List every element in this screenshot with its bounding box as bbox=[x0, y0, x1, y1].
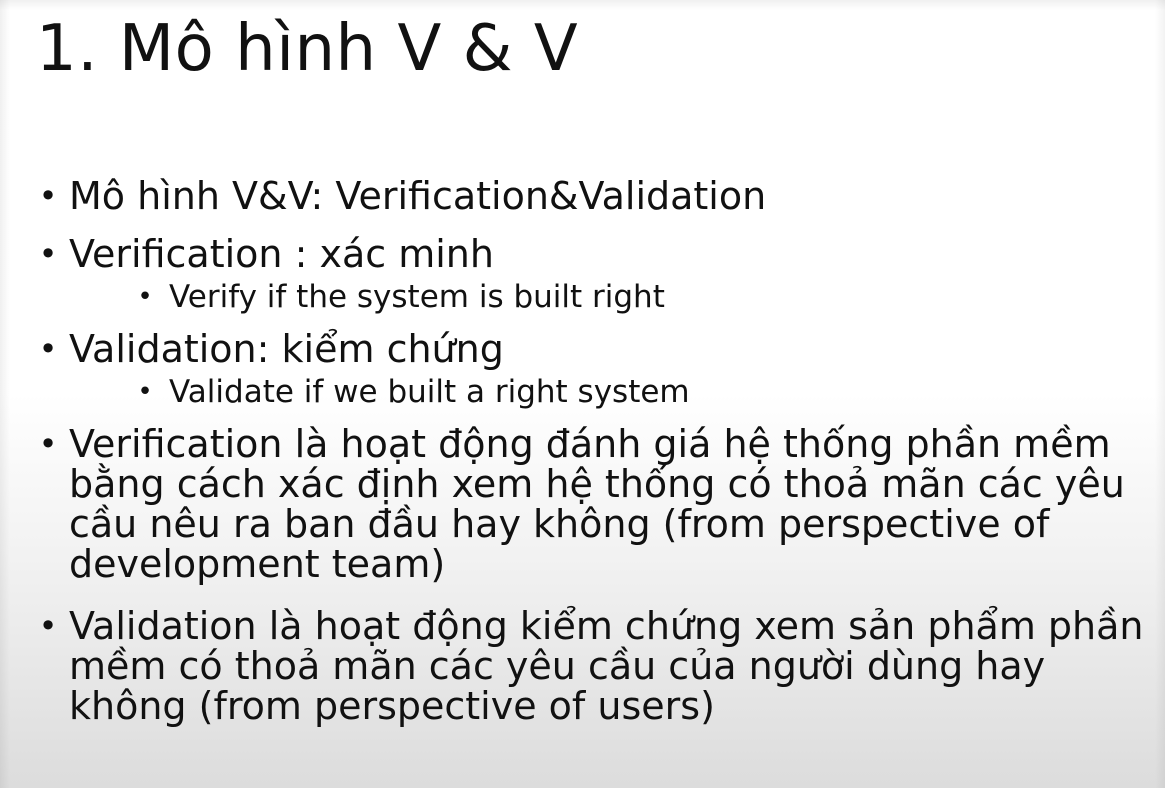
bullet-icon: • bbox=[38, 235, 58, 273]
bullet-icon: • bbox=[38, 425, 58, 463]
bullet-text: Validation: kiểm chứng bbox=[69, 327, 504, 371]
bullet-icon: • bbox=[38, 607, 58, 645]
bullet-item-vv-model: • Mô hình V&V: Verification&Validation bbox=[36, 176, 1156, 217]
bullet-text: Mô hình V&V: Verification&Validation bbox=[69, 174, 767, 218]
bullet-text: Verification : xác minh bbox=[69, 232, 494, 276]
sub-bullet-text: Verify if the system is built right bbox=[169, 279, 665, 315]
sub-bullet-item: • Verify if the system is built right bbox=[69, 279, 1156, 315]
sub-bullet-list: • Validate if we built a right system bbox=[69, 374, 1156, 410]
sub-bullet-item: • Validate if we built a right system bbox=[69, 374, 1156, 410]
slide-title: 1. Mô hình V & V bbox=[36, 12, 579, 86]
bullet-text: Validation là hoạt động kiểm chứng xem s… bbox=[69, 604, 1144, 728]
slide: 1. Mô hình V & V • Mô hình V&V: Verifica… bbox=[0, 0, 1165, 788]
bullet-item-verification: • Verification : xác minh • Verify if th… bbox=[36, 232, 1156, 316]
bullet-item-validation: • Validation: kiểm chứng • Validate if w… bbox=[36, 327, 1156, 411]
sub-bullet-text: Validate if we built a right system bbox=[169, 374, 690, 410]
slide-content: • Mô hình V&V: Verification&Validation •… bbox=[36, 176, 1156, 727]
bullet-item-validation-definition: • Validation là hoạt động kiểm chứng xem… bbox=[36, 606, 1156, 726]
bullet-item-verification-definition: • Verification là hoạt động đánh giá hệ … bbox=[36, 424, 1156, 584]
bullet-icon: • bbox=[38, 177, 58, 215]
bullet-list: • Mô hình V&V: Verification&Validation •… bbox=[36, 176, 1156, 727]
bullet-icon: • bbox=[38, 330, 58, 368]
sub-bullet-icon: • bbox=[137, 282, 153, 312]
bullet-text: Verification là hoạt động đánh giá hệ th… bbox=[69, 422, 1125, 586]
sub-bullet-list: • Verify if the system is built right bbox=[69, 279, 1156, 315]
sub-bullet-icon: • bbox=[137, 377, 153, 407]
